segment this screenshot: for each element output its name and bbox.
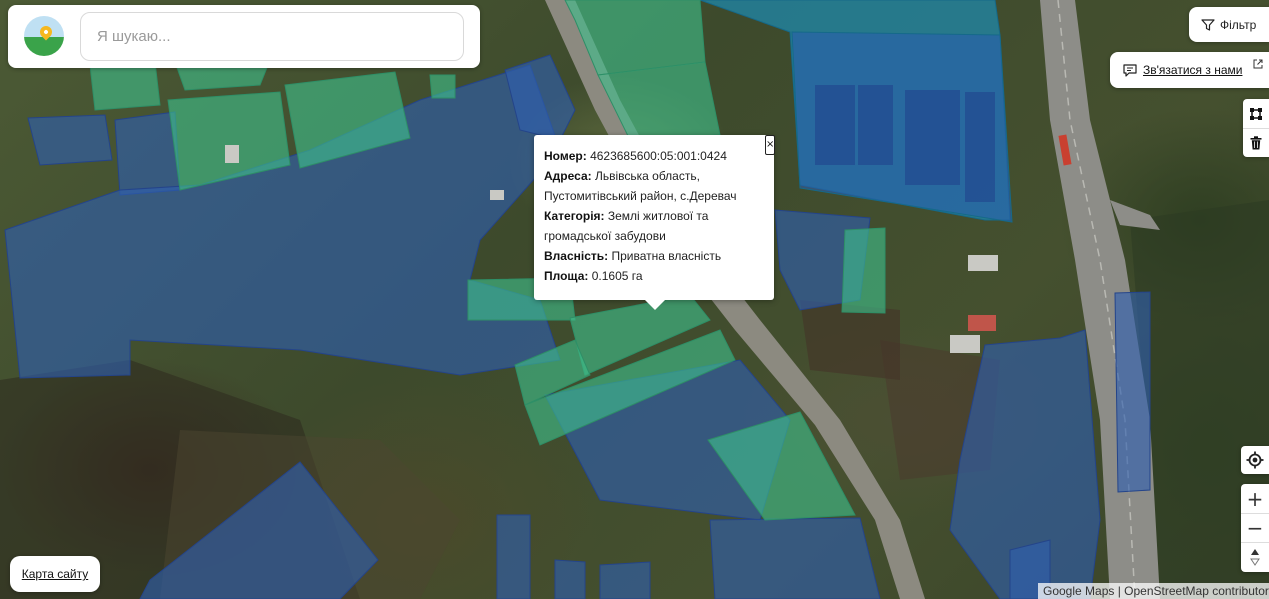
parcel-area-value: 0.1605 га [591,269,643,283]
external-link-icon [1253,59,1263,69]
parcel-category-value-line1: Землі житлової та [607,209,709,223]
draw-tools [1243,99,1269,157]
parcel-area-label: Площа: [544,269,589,283]
sitemap-link[interactable]: Карта сайту [10,556,100,592]
zoom-in-button[interactable]: + [1241,484,1269,513]
search-panel [8,5,480,68]
location-pin-icon [37,23,55,41]
filter-button[interactable]: Фільтр [1189,7,1269,42]
polygon-draw-icon [1250,107,1262,120]
map-attribution[interactable]: Google Maps | OpenStreetMap contributor [1038,583,1269,599]
parcel-ownership-value: Приватна власність [611,249,722,263]
search-input[interactable] [80,12,464,61]
zoom-controls: + − [1241,484,1269,572]
parcel-category-row: Категорія: Землі житлової та [544,206,764,226]
parcel-address-row: Адреса: Львівська область, [544,166,764,186]
locate-me-button[interactable] [1241,446,1269,474]
funnel-icon [1201,18,1215,31]
reset-north-button[interactable] [1241,542,1269,571]
delete-drawing-button[interactable] [1243,128,1269,157]
parcel-category-label: Категорія: [544,209,605,223]
filter-label: Фільтр [1220,17,1257,32]
parcel-ownership-row: Власність: Приватна власність [544,246,764,266]
draw-polygon-button[interactable] [1243,99,1269,128]
popup-close-button[interactable]: × [765,135,775,155]
parcel-area-row: Площа: 0.1605 га [544,266,764,286]
zoom-out-button[interactable]: − [1241,513,1269,542]
parcel-category-row-2: громадської забудови [544,226,764,246]
parcel-address-label: Адреса: [544,169,592,183]
parcel-number-value: 4623685600:05:001:0424 [590,149,727,163]
parcel-address-row-2: Пустомитівський район, с.Деревач [544,186,764,206]
parcel-category-value-line2: громадської забудови [544,229,666,243]
parcel-ownership-label: Власність: [544,249,609,263]
crosshair-icon [1246,451,1264,469]
trash-icon [1250,136,1262,150]
chat-bubble-icon [1123,64,1137,77]
sitemap-label: Карта сайту [21,567,89,581]
compass-north-icon [1250,549,1260,566]
contact-label: Зв'язатися з нами [1143,63,1243,77]
app-logo[interactable] [24,16,64,56]
parcel-address-value-line1: Львівська область, [594,169,700,183]
parcel-number-label: Номер: [544,149,587,163]
contact-button[interactable]: Зв'язатися з нами [1110,52,1269,88]
parcel-info-popup: Номер: 4623685600:05:001:0424 Адреса: Ль… [534,135,775,310]
parcel-number-row: Номер: 4623685600:05:001:0424 [544,146,764,166]
parcel-address-value-line2: Пустомитівський район, с.Деревач [544,189,737,203]
